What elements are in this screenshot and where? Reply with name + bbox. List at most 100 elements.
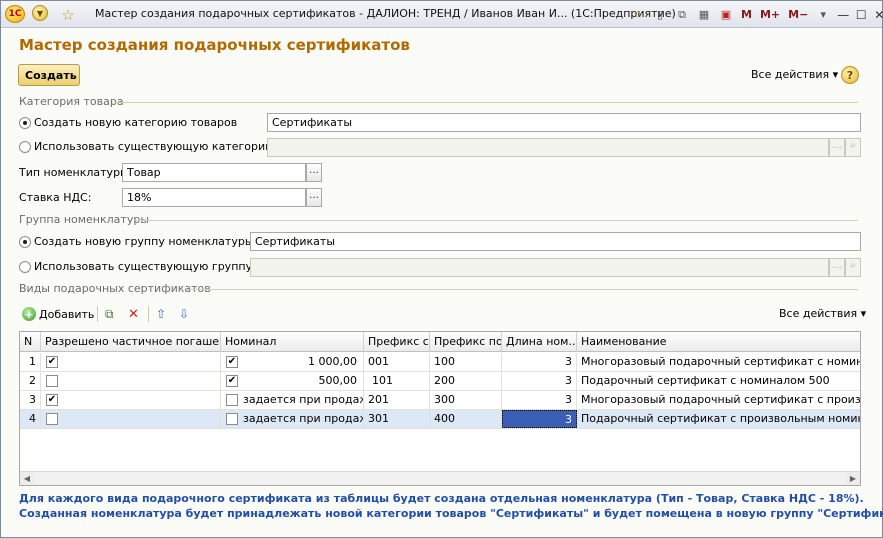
page-title: Мастер создания подарочных сертификатов	[19, 36, 410, 54]
use-existing-group-radio[interactable]: Использовать существующую группу	[19, 260, 252, 273]
scroll-right-icon[interactable]: ▶	[846, 472, 860, 485]
calculator-icon[interactable]: ▦	[696, 7, 712, 23]
vat-rate-input[interactable]: 18%	[122, 188, 306, 207]
dropdown-icon[interactable]: ▾	[815, 7, 831, 23]
search-icon[interactable]: ⌕	[845, 258, 861, 277]
checkbox-checked-icon[interactable]: ✔	[46, 394, 58, 406]
partial-redemption-cell[interactable]	[41, 410, 221, 428]
prefix-from-cell[interactable]: 201	[364, 391, 430, 409]
table-row[interactable]: 2 ✔ 500,00 101 200 3 Подарочный сертифик…	[20, 372, 860, 391]
divider	[135, 220, 858, 221]
item-type-input[interactable]: Товар	[122, 163, 306, 182]
number-length-cell[interactable]: 3	[502, 372, 577, 390]
maximize-icon[interactable]: ☐	[852, 8, 870, 22]
table-row-selected[interactable]: 4 задается при продаже 301 400 3 Подароч…	[20, 410, 860, 429]
nominal-cell[interactable]: задается при продаже	[221, 410, 364, 428]
existing-group-select-button[interactable]: …	[829, 258, 845, 277]
app-logo-icon[interactable]: 1С	[5, 5, 25, 23]
memory-plus-button[interactable]: M+	[760, 8, 780, 21]
new-group-name-input[interactable]: Сертификаты	[250, 232, 861, 251]
divider	[187, 289, 858, 290]
partial-redemption-cell[interactable]: ✔	[41, 353, 221, 371]
column-header-name[interactable]: Наименование	[577, 332, 860, 352]
delete-row-icon[interactable]: ✕	[128, 305, 139, 323]
toolbar-separator	[97, 306, 98, 322]
cert-types-table[interactable]: N Разрешено частичное погашение Номинал …	[19, 331, 861, 486]
copy-row-icon[interactable]: ⧉	[105, 305, 114, 323]
create-button[interactable]: Создать	[18, 64, 80, 86]
nominal-cell[interactable]: ✔ 500,00	[221, 372, 364, 390]
checkbox-checked-icon[interactable]: ✔	[226, 375, 238, 387]
column-header-nominal[interactable]: Номинал	[221, 332, 364, 352]
number-length-cell[interactable]: 3	[502, 391, 577, 409]
main-menu-icon[interactable]: ▼	[32, 5, 48, 21]
add-row-label: Добавить	[39, 307, 95, 321]
all-actions-menu[interactable]: Все действия ▾	[751, 68, 838, 81]
move-down-icon[interactable]: ⇩	[179, 305, 189, 323]
existing-category-input[interactable]	[267, 138, 829, 157]
table-all-actions-menu[interactable]: Все действия ▾	[779, 307, 866, 320]
move-up-icon[interactable]: ⇧	[156, 305, 166, 323]
help-icon[interactable]: ?	[841, 66, 859, 84]
memory-m-button[interactable]: M	[741, 8, 752, 21]
nominal-cell[interactable]: задается при продаже	[221, 391, 364, 409]
table-row[interactable]: 1 ✔ ✔ 1 000,00 001 100 3 Многоразовый по…	[20, 353, 860, 372]
document-icon[interactable]: ▯	[652, 7, 668, 23]
create-new-group-label: Создать новую группу номенклатуры	[34, 235, 254, 248]
checkbox-unchecked-icon[interactable]	[226, 394, 238, 406]
add-row-button[interactable]: + Добавить	[22, 305, 94, 323]
prefix-to-cell[interactable]: 200	[430, 372, 502, 390]
row-number: 4	[20, 410, 41, 428]
column-header-length[interactable]: Длина ном...	[502, 332, 577, 352]
existing-group-input[interactable]	[250, 258, 829, 277]
nominal-value: задается при продаже	[243, 412, 364, 425]
vat-rate-label: Ставка НДС:	[19, 191, 92, 204]
partial-redemption-cell[interactable]	[41, 372, 221, 390]
checkbox-unchecked-icon[interactable]	[46, 375, 58, 387]
scroll-left-icon[interactable]: ◀	[20, 472, 34, 485]
search-icon[interactable]: ⌕	[845, 138, 861, 157]
item-type-select-button[interactable]: …	[306, 163, 322, 182]
minimize-icon[interactable]: —	[834, 8, 852, 22]
prefix-to-cell[interactable]: 300	[430, 391, 502, 409]
checkbox-checked-icon[interactable]: ✔	[226, 356, 238, 368]
close-icon[interactable]: ✕	[870, 8, 883, 22]
name-cell[interactable]: Подарочный сертификат с номиналом 500	[577, 372, 860, 390]
create-new-group-radio[interactable]: Создать новую группу номенклатуры	[19, 235, 254, 248]
column-header-prefix-from[interactable]: Префикс с	[364, 332, 430, 352]
vat-rate-select-button[interactable]: …	[306, 188, 322, 207]
calendar-icon[interactable]: ▣	[718, 7, 734, 23]
prefix-from-cell[interactable]: 301	[364, 410, 430, 428]
existing-category-select-button[interactable]: …	[829, 138, 845, 157]
memory-minus-button[interactable]: M−	[788, 8, 808, 21]
name-cell[interactable]: Многоразовый подарочный сертификат с про…	[577, 391, 860, 409]
create-new-category-label: Создать новую категорию товаров	[34, 116, 238, 129]
name-cell[interactable]: Многоразовый подарочный сертификат с ном…	[577, 353, 860, 371]
number-length-cell-active[interactable]: 3	[502, 410, 577, 428]
prefix-to-cell[interactable]: 400	[430, 410, 502, 428]
use-existing-category-radio[interactable]: Использовать существующую категорию	[19, 140, 274, 153]
prefix-from-cell[interactable]: 001	[364, 353, 430, 371]
checkbox-unchecked-icon[interactable]	[46, 413, 58, 425]
column-header-prefix-to[interactable]: Префикс по	[430, 332, 502, 352]
column-header-partial[interactable]: Разрешено частичное погашение	[41, 332, 221, 352]
checkbox-checked-icon[interactable]: ✔	[46, 356, 58, 368]
partial-redemption-cell[interactable]: ✔	[41, 391, 221, 409]
nominal-cell[interactable]: ✔ 1 000,00	[221, 353, 364, 371]
create-new-category-radio[interactable]: Создать новую категорию товаров	[19, 116, 237, 129]
use-existing-group-label: Использовать существующую группу	[34, 260, 253, 273]
column-header-n[interactable]: N	[20, 332, 41, 352]
add-favorite-icon[interactable]: ☆	[630, 7, 646, 23]
horizontal-scrollbar[interactable]: ◀ ▶	[20, 471, 860, 485]
prefix-from-cell[interactable]: 101	[364, 372, 430, 390]
history-icon[interactable]: ⧉	[674, 7, 690, 23]
number-length-cell[interactable]: 3	[502, 353, 577, 371]
favorites-star-icon[interactable]: ☆	[59, 5, 77, 24]
row-number: 3	[20, 391, 41, 409]
name-cell[interactable]: Подарочный сертификат с произвольным ном…	[577, 410, 860, 428]
checkbox-unchecked-icon[interactable]	[226, 413, 238, 425]
prefix-to-cell[interactable]: 100	[430, 353, 502, 371]
new-category-name-input[interactable]: Сертификаты	[267, 113, 861, 132]
table-row[interactable]: 3 ✔ задается при продаже 201 300 3 Много…	[20, 391, 860, 410]
chevron-down-icon: ▾	[832, 68, 839, 81]
